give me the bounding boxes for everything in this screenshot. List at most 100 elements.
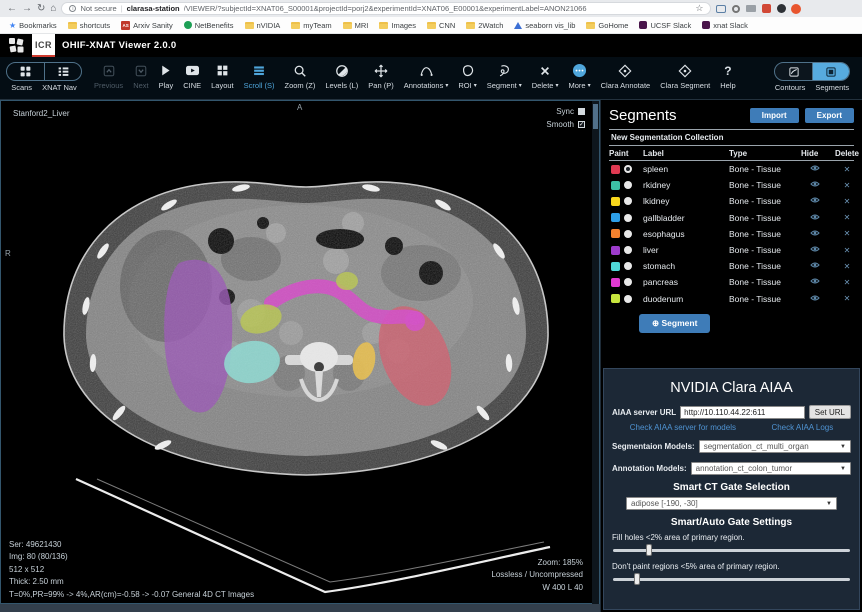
paint-radio[interactable] <box>624 181 632 189</box>
scans-toggle-button[interactable] <box>7 63 44 80</box>
table-row[interactable]: esophagus Bone - Tissue ✕ <box>609 226 854 242</box>
hide-eye-icon[interactable] <box>801 213 829 223</box>
avatar-icon[interactable] <box>776 4 786 14</box>
smooth-checkbox[interactable]: ✓ <box>578 121 585 128</box>
tool-delete[interactable]: Delete▾ <box>528 62 563 90</box>
hide-eye-icon[interactable] <box>801 294 829 304</box>
sync-option[interactable]: Sync <box>546 105 585 118</box>
bookmark-item[interactable]: GoHome <box>586 21 628 30</box>
check-models-link[interactable]: Check AIAA server for models <box>630 423 736 432</box>
bookmark-star-icon[interactable]: ☆ <box>695 3 703 14</box>
table-row[interactable]: liver Bone - Tissue ✕ <box>609 242 854 258</box>
color-swatch[interactable] <box>611 197 620 206</box>
xnat-nav-toggle-button[interactable] <box>44 63 81 80</box>
paint-radio[interactable] <box>624 230 632 238</box>
tool-clara-segment[interactable]: Clara Segment <box>656 62 714 90</box>
delete-x-icon[interactable]: ✕ <box>829 165 862 174</box>
paint-radio[interactable] <box>624 214 632 222</box>
fill-holes-slider[interactable] <box>613 544 850 557</box>
slider-thumb[interactable] <box>646 544 652 556</box>
delete-x-icon[interactable]: ✕ <box>829 246 862 255</box>
color-swatch[interactable] <box>611 262 620 271</box>
table-row[interactable]: lkidney Bone - Tissue ✕ <box>609 193 854 209</box>
bookmark-item[interactable]: CNN <box>427 21 455 30</box>
reload-icon[interactable]: ↻ <box>37 4 45 14</box>
tool-clara-annotate[interactable]: Clara Annotate <box>597 62 655 90</box>
delete-x-icon[interactable]: ✕ <box>829 278 862 287</box>
delete-x-icon[interactable]: ✕ <box>829 229 862 238</box>
paint-radio[interactable] <box>624 295 632 303</box>
bookmark-item[interactable]: myTeam <box>291 21 331 30</box>
add-segment-button[interactable]: ⊕ Segment <box>639 314 710 333</box>
check-logs-link[interactable]: Check AIAA Logs <box>771 423 833 432</box>
hide-eye-icon[interactable] <box>801 277 829 287</box>
tool-segment[interactable]: Segment▾ <box>483 62 526 90</box>
bookmark-item[interactable]: 2Watch <box>466 21 503 30</box>
bookmark-item[interactable]: shortcuts <box>68 21 110 30</box>
color-swatch[interactable] <box>611 213 620 222</box>
export-button[interactable]: Export <box>805 108 854 123</box>
color-swatch[interactable] <box>611 181 620 190</box>
color-swatch[interactable] <box>611 165 620 174</box>
info-icon[interactable]: i <box>69 5 76 12</box>
home-icon[interactable]: ⌂ <box>50 4 56 14</box>
viewport-scrollbar[interactable] <box>592 101 599 604</box>
ct-viewport[interactable]: Stanford2_Liver A R Sync Smooth ✓ Ser: 4… <box>0 100 600 604</box>
paint-radio[interactable] <box>624 278 632 286</box>
smooth-option[interactable]: Smooth ✓ <box>546 118 585 131</box>
tool-next[interactable]: Next <box>129 62 152 90</box>
paint-radio[interactable] <box>624 246 632 254</box>
hide-eye-icon[interactable] <box>801 245 829 255</box>
scrollbar-thumb[interactable] <box>593 104 598 129</box>
delete-x-icon[interactable]: ✕ <box>829 181 862 190</box>
segments-toggle-button[interactable] <box>812 63 849 80</box>
color-swatch[interactable] <box>611 246 620 255</box>
bookmark-item[interactable]: MRI <box>343 21 369 30</box>
delete-x-icon[interactable]: ✕ <box>829 213 862 222</box>
hide-eye-icon[interactable] <box>801 261 829 271</box>
table-row[interactable]: pancreas Bone - Tissue ✕ <box>609 274 854 290</box>
color-swatch[interactable] <box>611 294 620 303</box>
url-field[interactable]: i Not secure | clarasa-station /VIEWER/?… <box>61 2 711 15</box>
tool-levels[interactable]: Levels (L) <box>321 62 362 90</box>
dont-paint-slider[interactable] <box>613 573 850 586</box>
hide-eye-icon[interactable] <box>801 164 829 174</box>
circle-extension-icon[interactable] <box>731 4 741 14</box>
tool-more[interactable]: More▾ <box>564 62 594 90</box>
table-row[interactable]: stomach Bone - Tissue ✕ <box>609 258 854 274</box>
table-row[interactable]: rkidney Bone - Tissue ✕ <box>609 177 854 193</box>
screenshot-extension-icon[interactable] <box>746 4 756 14</box>
tool-annotations[interactable]: Annotations▾ <box>400 62 453 90</box>
tool-scroll[interactable]: Scroll (S) <box>240 62 279 90</box>
segmentation-model-select[interactable]: segmentation_ct_multi_organ ▼ <box>699 440 851 453</box>
annotation-model-select[interactable]: annotation_ct_colon_tumor ▼ <box>691 462 851 475</box>
tool-help[interactable]: ? Help <box>716 62 739 90</box>
contours-toggle-button[interactable] <box>775 63 812 80</box>
bookmark-item[interactable]: NetBenefits <box>184 21 234 30</box>
back-icon[interactable]: ← <box>7 4 17 14</box>
bookmark-item[interactable]: UCSF Slack <box>639 21 691 30</box>
tool-layout[interactable]: Layout <box>207 62 238 90</box>
tool-pan[interactable]: Pan (P) <box>364 62 397 90</box>
bookmark-item[interactable]: Images <box>379 21 416 30</box>
tool-play[interactable]: Play <box>155 62 178 90</box>
cine-scrubber[interactable] <box>0 604 600 612</box>
table-row[interactable]: spleen Bone - Tissue ✕ <box>609 161 854 177</box>
delete-x-icon[interactable]: ✕ <box>829 197 862 206</box>
sync-checkbox[interactable] <box>578 108 585 115</box>
delete-x-icon[interactable]: ✕ <box>829 294 862 303</box>
server-url-input[interactable] <box>680 406 805 419</box>
bookmark-item[interactable]: Arxiv Sanity <box>121 21 173 30</box>
hide-eye-icon[interactable] <box>801 196 829 206</box>
tool-zoom[interactable]: Zoom (Z) <box>281 62 320 90</box>
profile-icon[interactable] <box>791 4 801 14</box>
slider-track[interactable] <box>613 578 850 581</box>
color-swatch[interactable] <box>611 229 620 238</box>
tool-cine[interactable]: CINE <box>179 62 205 90</box>
tool-previous[interactable]: Previous <box>90 62 127 90</box>
forward-icon[interactable]: → <box>22 4 32 14</box>
tool-roi[interactable]: ROI▾ <box>454 62 480 90</box>
import-button[interactable]: Import <box>750 108 799 123</box>
hide-eye-icon[interactable] <box>801 229 829 239</box>
paint-radio[interactable] <box>624 262 632 270</box>
